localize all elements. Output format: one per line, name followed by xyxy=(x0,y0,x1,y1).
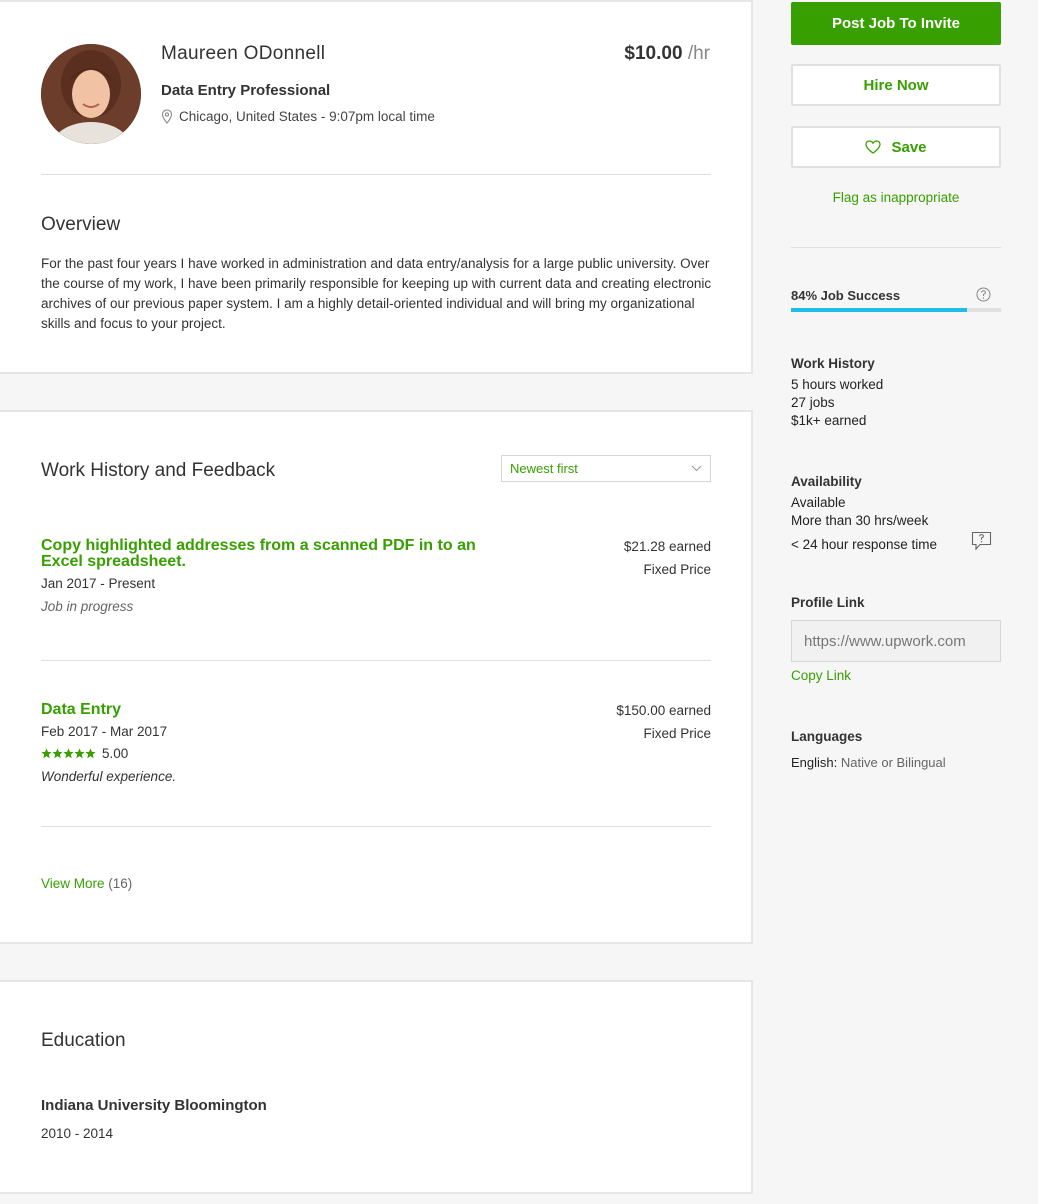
view-more-link[interactable]: View More (16) xyxy=(41,876,132,891)
hourly-rate: $10.00 /hr xyxy=(624,43,710,65)
job-title-link[interactable]: Data Entry xyxy=(41,702,121,718)
freelancer-title: Data Entry Professional xyxy=(161,82,331,99)
language-name: English: xyxy=(791,755,838,770)
total-earned: $1k+ earned xyxy=(791,413,867,428)
language-level: Native or Bilingual xyxy=(840,755,946,770)
sort-dropdown-value: Newest first xyxy=(510,461,578,476)
star-icon xyxy=(74,748,85,759)
job-feedback: Wonderful experience. xyxy=(41,769,177,784)
job-success-bar-fill xyxy=(791,308,968,312)
education-school: Indiana University Bloomington xyxy=(41,1097,267,1114)
languages-heading: Languages xyxy=(791,729,863,744)
avatar[interactable] xyxy=(41,44,141,144)
hours-worked: 5 hours worked xyxy=(791,377,884,392)
overview-text: For the past four years I have worked in… xyxy=(41,256,712,331)
profile-link-input[interactable] xyxy=(791,620,1001,662)
chevron-down-icon xyxy=(691,465,702,472)
job-rating: 5.00 xyxy=(41,746,128,761)
education-years: 2010 - 2014 xyxy=(41,1126,114,1141)
save-button[interactable]: Save xyxy=(791,126,1001,168)
profile-divider xyxy=(41,174,711,175)
location-row: Chicago, United States - 9:07pm local ti… xyxy=(161,109,435,124)
job-success-label: 84% Job Success xyxy=(791,288,901,303)
work-history-heading-sidebar: Work History xyxy=(791,356,875,371)
profile-card: Maureen ODonnell $10.00 /hr Data Entry P… xyxy=(0,0,753,374)
job-dates: Feb 2017 - Mar 2017 xyxy=(41,724,168,739)
job-earned: $150.00 earned xyxy=(616,703,711,718)
location-pin-icon xyxy=(161,109,173,124)
job-type: Fixed Price xyxy=(643,562,711,577)
job-divider xyxy=(41,660,711,661)
sidebar-divider xyxy=(791,247,1001,248)
hire-now-button[interactable]: Hire Now xyxy=(791,64,1001,106)
response-time: < 24 hour response time xyxy=(791,537,937,552)
profile-link-heading: Profile Link xyxy=(791,595,865,610)
work-history-heading: Work History and Feedback xyxy=(41,460,276,481)
job-success-bar xyxy=(791,308,1001,312)
rate-unit: /hr xyxy=(687,43,710,64)
star-icon xyxy=(63,748,74,759)
job-item: Data Entry Feb 2017 - Mar 2017 5.00 Wond… xyxy=(41,702,711,812)
job-item: Copy highlighted addresses from a scanne… xyxy=(41,538,711,648)
rate-amount: $10.00 xyxy=(624,43,683,64)
job-status: Job in progress xyxy=(41,599,134,614)
save-button-label: Save xyxy=(891,138,927,156)
help-icon[interactable] xyxy=(976,287,991,302)
language-row: English: Native or Bilingual xyxy=(791,755,946,770)
rating-stars xyxy=(41,748,96,759)
sort-dropdown[interactable]: Newest first xyxy=(501,455,711,482)
flag-link[interactable]: Flag as inappropriate xyxy=(791,190,1001,205)
overview-heading: Overview xyxy=(41,214,121,235)
heart-icon xyxy=(865,140,882,154)
job-type: Fixed Price xyxy=(643,726,711,741)
education-card: Education Indiana University Bloomington… xyxy=(0,980,753,1194)
location-text: Chicago, United States - 9:07pm local ti… xyxy=(179,109,435,124)
view-more-label: View More xyxy=(41,876,105,891)
job-earned: $21.28 earned xyxy=(623,539,711,554)
view-more-count: (16) xyxy=(108,876,133,891)
freelancer-name: Maureen ODonnell xyxy=(161,43,326,64)
education-heading: Education xyxy=(41,1030,126,1051)
star-icon xyxy=(85,748,96,759)
job-title-link[interactable]: Copy highlighted addresses from a scanne… xyxy=(41,538,491,570)
copy-link-button[interactable]: Copy Link xyxy=(791,668,851,683)
job-dates: Jan 2017 - Present xyxy=(41,576,156,591)
rating-value: 5.00 xyxy=(102,746,129,761)
availability-hours: More than 30 hrs/week xyxy=(791,513,929,528)
star-icon xyxy=(52,748,63,759)
post-job-button[interactable]: Post Job To Invite xyxy=(791,2,1001,45)
job-divider xyxy=(41,826,711,827)
jobs-count: 27 jobs xyxy=(791,395,835,410)
chat-help-icon[interactable] xyxy=(971,531,992,551)
star-icon xyxy=(41,748,52,759)
availability-heading: Availability xyxy=(791,474,862,489)
availability-status: Available xyxy=(791,495,846,510)
work-history-card: Work History and Feedback Newest first C… xyxy=(0,410,753,944)
